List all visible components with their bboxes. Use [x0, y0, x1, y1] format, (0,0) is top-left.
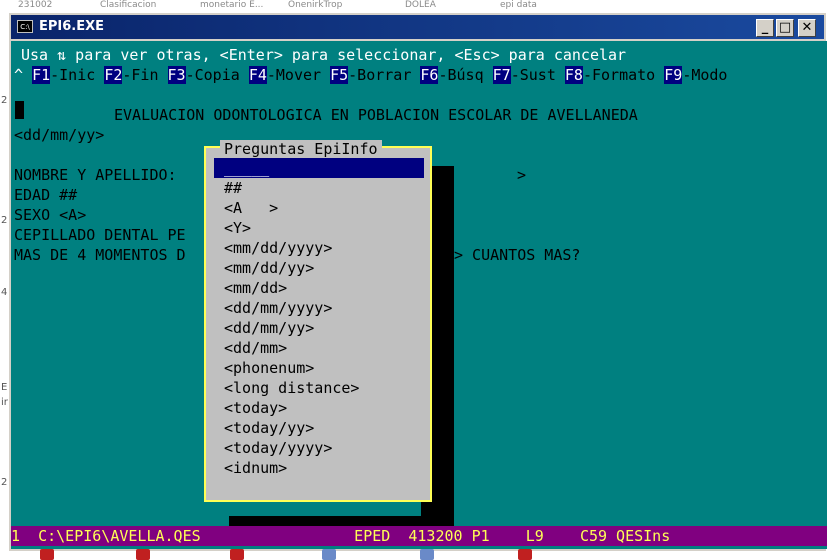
- f5-key[interactable]: F5: [330, 66, 349, 84]
- epi6-window: C:\ EPI6.EXE _ □ ✕ Usa ⇅ para ver otras,…: [8, 12, 827, 552]
- title-bar[interactable]: C:\ EPI6.EXE _ □ ✕: [11, 15, 824, 39]
- f4-key[interactable]: F4: [248, 66, 267, 84]
- function-key-bar: ^ F1-Inic F2-Fin F3-Copia F4-Mover F5-Bo…: [14, 65, 727, 85]
- dos-console[interactable]: Usa ⇅ para ver otras, <Enter> para selec…: [11, 41, 827, 549]
- text-cursor: [15, 101, 24, 119]
- desktop-marker: 2: [1, 477, 8, 488]
- f3-label[interactable]: -Copia: [186, 66, 240, 84]
- popup-option-yesno[interactable]: <Y>: [214, 218, 424, 238]
- f8-label[interactable]: -Formato: [583, 66, 655, 84]
- popup-option-idnum[interactable]: <idnum>: [214, 458, 424, 478]
- cuantos-field[interactable]: > CUANTOS MAS?: [454, 245, 580, 265]
- document-icon[interactable]: [322, 549, 336, 560]
- popup-title: Preguntas EpiInfo: [220, 140, 382, 158]
- desktop-marker: 2: [1, 215, 8, 226]
- desktop-item: epi data: [500, 0, 537, 10]
- console-app-icon[interactable]: C:\: [17, 20, 33, 33]
- desktop-marker: 4: [1, 287, 8, 298]
- minimize-button[interactable]: _: [756, 19, 774, 37]
- document-icon[interactable]: [420, 549, 434, 560]
- form-heading: EVALUACION ODONTOLOGICA EN POBLACION ESC…: [114, 106, 638, 124]
- f1-label[interactable]: -Inic: [50, 66, 95, 84]
- f6-label[interactable]: -Búsq: [438, 66, 483, 84]
- popup-option-mmddyy[interactable]: <mm/dd/yy>: [214, 258, 424, 278]
- f5-label[interactable]: -Borrar: [348, 66, 411, 84]
- popup-option-number[interactable]: ##: [214, 178, 424, 198]
- desktop-item: Clasificacion: [100, 0, 157, 10]
- window-title: EPI6.EXE: [39, 19, 105, 34]
- sexo-field[interactable]: SEXO <A>: [14, 205, 86, 225]
- popup-option-today-yyyy[interactable]: <today/yyyy>: [214, 438, 424, 458]
- f9-label[interactable]: -Modo: [682, 66, 727, 84]
- f8-key[interactable]: F8: [564, 66, 583, 84]
- popup-option-mmdd[interactable]: <mm/dd>: [214, 278, 424, 298]
- nombre-field-end: >: [517, 166, 527, 184]
- f7-label[interactable]: -Sust: [511, 66, 556, 84]
- popup-option-today[interactable]: <today>: [214, 398, 424, 418]
- edad-field[interactable]: EDAD ##: [14, 185, 77, 205]
- popup-option-blank[interactable]: _____: [214, 158, 424, 178]
- popup-option-today-yy[interactable]: <today/yy>: [214, 418, 424, 438]
- date-field[interactable]: <dd/mm/yy>: [14, 125, 104, 145]
- popup-option-mmddyyyy[interactable]: <mm/dd/yyyy>: [214, 238, 424, 258]
- f1-key[interactable]: F1: [32, 66, 51, 84]
- popup-option-uppercase[interactable]: <A >: [214, 198, 424, 218]
- nombre-field-label: NOMBRE Y APELLIDO:: [14, 166, 177, 184]
- popup-option-ddmmyy[interactable]: <dd/mm/yy>: [214, 318, 424, 338]
- cepillado-field[interactable]: CEPILLADO DENTAL PE: [14, 225, 186, 245]
- f9-key[interactable]: F9: [664, 66, 683, 84]
- popup-option-ddmmyyyy[interactable]: <dd/mm/yyyy>: [214, 298, 424, 318]
- desktop-marker: ir: [1, 397, 8, 408]
- desktop-bottom-strip: [0, 552, 827, 560]
- pdf-icon[interactable]: [230, 549, 244, 560]
- status-bar: 1 C:\EPI6\AVELLA.QES EPED 413200 P1 L9 C…: [11, 526, 827, 546]
- maximize-button[interactable]: □: [776, 19, 794, 37]
- f2-label[interactable]: -Fin: [122, 66, 158, 84]
- pdf-icon[interactable]: [40, 549, 54, 560]
- desktop-item: DOLEA: [405, 0, 436, 10]
- pdf-icon[interactable]: [136, 549, 150, 560]
- desktop-item: OnenirkTrop: [288, 0, 343, 10]
- desktop-item: monetario E...: [200, 0, 264, 10]
- popup-option-ddmm[interactable]: <dd/mm>: [214, 338, 424, 358]
- desktop-marker: 2: [1, 95, 8, 106]
- desktop-marker: E: [1, 382, 8, 393]
- help-line: Usa ⇅ para ver otras, <Enter> para selec…: [21, 46, 627, 64]
- preguntas-popup: Preguntas EpiInfo _____ ## <A > <Y> <mm/…: [204, 140, 432, 502]
- momentos-field[interactable]: MAS DE 4 MOMENTOS D: [14, 245, 186, 265]
- pdf-icon[interactable]: [518, 549, 532, 560]
- f7-key[interactable]: F7: [492, 66, 511, 84]
- f4-label[interactable]: -Mover: [267, 66, 321, 84]
- caret: ^: [14, 66, 24, 84]
- desktop-item: 231002: [18, 0, 53, 10]
- f3-key[interactable]: F3: [167, 66, 186, 84]
- close-button[interactable]: ✕: [798, 19, 816, 37]
- popup-option-long-distance[interactable]: <long distance>: [214, 378, 424, 398]
- popup-option-phonenum[interactable]: <phonenum>: [214, 358, 424, 378]
- f6-key[interactable]: F6: [420, 66, 439, 84]
- f2-key[interactable]: F2: [104, 66, 123, 84]
